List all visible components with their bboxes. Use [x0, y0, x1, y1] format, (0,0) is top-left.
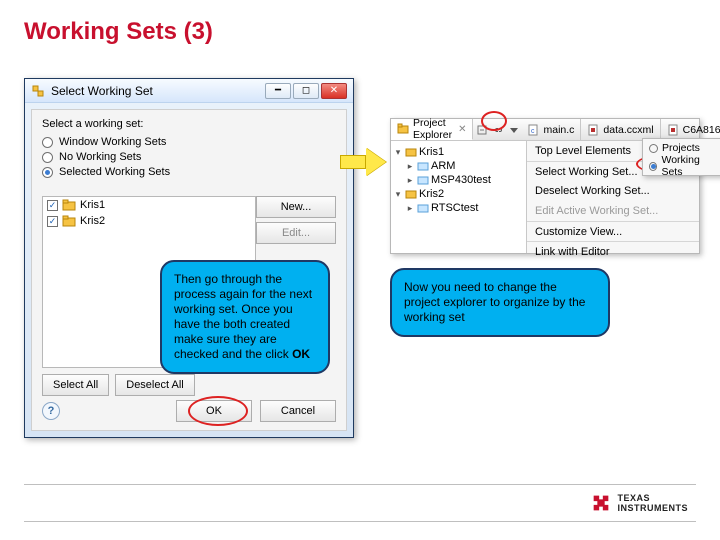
- tree-label: MSP430test: [431, 174, 491, 186]
- radio-icon: [42, 152, 53, 163]
- tree-node-kris2[interactable]: ▾ Kris2: [393, 187, 524, 201]
- callout-left: Then go through the process again for th…: [160, 260, 330, 374]
- radio-label: Window Working Sets: [59, 136, 166, 148]
- ccxml-file-icon: [667, 124, 679, 136]
- project-icon: [417, 160, 429, 172]
- expander-icon[interactable]: ▸: [405, 175, 415, 186]
- checkbox-icon[interactable]: [47, 200, 58, 211]
- project-tree[interactable]: ▾ Kris1 ▸ ARM ▸ MSP430test: [391, 141, 527, 253]
- list-item-label: Kris1: [80, 199, 105, 211]
- collapse-all-icon[interactable]: [475, 123, 489, 137]
- menu-label: Working Sets: [661, 154, 719, 178]
- tree-node-msp430test[interactable]: ▸ MSP430test: [393, 173, 524, 187]
- menu-label: Deselect Working Set...: [535, 185, 650, 197]
- workingset-icon: [62, 199, 76, 211]
- menu-label: Edit Active Working Set...: [535, 205, 658, 217]
- tree-node-kris1[interactable]: ▾ Kris1: [393, 145, 524, 159]
- select-working-set-dialog: Select Working Set ━ ◻ ✕ Select a workin…: [24, 78, 354, 438]
- submenu-working-sets[interactable]: Working Sets: [643, 157, 720, 175]
- menu-label: Projects: [662, 142, 700, 154]
- list-item[interactable]: Kris2: [43, 213, 255, 229]
- cancel-button[interactable]: Cancel: [260, 400, 336, 422]
- project-icon: [417, 202, 429, 214]
- tree-node-arm[interactable]: ▸ ARM: [393, 159, 524, 173]
- radio-window-working-sets[interactable]: Window Working Sets: [42, 136, 336, 148]
- callout-text: Now you need to change the project explo…: [404, 280, 585, 324]
- workingset-icon: [405, 188, 417, 200]
- checkbox-icon[interactable]: [47, 216, 58, 227]
- dialog-titlebar: Select Working Set ━ ◻ ✕: [25, 79, 353, 103]
- new-button[interactable]: New...: [256, 196, 336, 218]
- radio-label: No Working Sets: [59, 151, 141, 163]
- list-item[interactable]: Kris1: [43, 197, 255, 213]
- window-close-button[interactable]: ✕: [321, 83, 347, 99]
- tab-label: C6A8168.ccxml: [683, 124, 720, 136]
- radio-no-working-sets[interactable]: No Working Sets: [42, 151, 336, 163]
- radio-icon: [649, 162, 657, 171]
- link-editor-icon[interactable]: [491, 123, 505, 137]
- select-all-button[interactable]: Select All: [42, 374, 109, 396]
- svg-text:c: c: [531, 128, 535, 135]
- window-minimize-button[interactable]: ━: [265, 83, 291, 99]
- expander-icon[interactable]: ▸: [405, 161, 415, 172]
- view-menu-icon[interactable]: [507, 123, 521, 137]
- menu-customize-view[interactable]: Customize View...: [527, 221, 699, 241]
- tree-label: Kris2: [419, 188, 444, 200]
- slide-footer: TEXAS INSTRUMENTS: [24, 484, 696, 522]
- brand-line2: INSTRUMENTS: [618, 503, 689, 513]
- radio-icon: [42, 167, 53, 178]
- tree-label: Kris1: [419, 146, 444, 158]
- arrow-icon: [340, 148, 390, 176]
- slide-title: Working Sets (3): [24, 18, 213, 46]
- tab-project-explorer[interactable]: Project Explorer ✕: [391, 119, 473, 140]
- tab-label: data.ccxml: [603, 124, 653, 136]
- menu-label: Top Level Elements: [535, 145, 631, 157]
- edit-button: Edit...: [256, 222, 336, 244]
- tab-label: main.c: [543, 124, 574, 136]
- tree-label: ARM: [431, 160, 455, 172]
- expander-icon[interactable]: ▾: [393, 189, 403, 200]
- tab-main-c[interactable]: c main.c: [521, 119, 581, 140]
- c-file-icon: c: [527, 124, 539, 136]
- brand-line1: TEXAS: [618, 493, 689, 503]
- tab-label: Project Explorer: [413, 117, 452, 141]
- radio-selected-working-sets[interactable]: Selected Working Sets: [42, 166, 336, 178]
- help-icon[interactable]: ?: [42, 402, 60, 420]
- tree-node-rtsctest[interactable]: ▸ RTSCtest: [393, 201, 524, 215]
- radio-icon: [649, 144, 658, 153]
- callout-right: Now you need to change the project explo…: [390, 268, 610, 337]
- folder-tree-icon: [397, 123, 409, 135]
- ti-logo: TEXAS INSTRUMENTS: [590, 492, 689, 514]
- radio-label: Selected Working Sets: [59, 166, 170, 178]
- menu-edit-active-working-set: Edit Active Working Set...: [527, 201, 699, 221]
- menu-deselect-working-set[interactable]: Deselect Working Set...: [527, 181, 699, 201]
- ccxml-file-icon: [587, 124, 599, 136]
- menu-label: Link with Editor: [535, 246, 610, 258]
- window-icon: [31, 84, 45, 98]
- workingset-icon: [62, 215, 76, 227]
- tab-c6a8168-ccxml[interactable]: C6A8168.ccxml: [661, 119, 720, 140]
- dialog-title: Select Working Set: [51, 84, 265, 98]
- callout-bold: OK: [292, 347, 310, 361]
- list-item-label: Kris2: [80, 215, 105, 227]
- section-label: Select a working set:: [42, 118, 336, 130]
- tab-data-ccxml[interactable]: data.ccxml: [581, 119, 660, 140]
- workingset-icon: [405, 146, 417, 158]
- menu-label: Select Working Set...: [535, 166, 638, 178]
- top-level-elements-submenu: Projects Working Sets: [642, 138, 720, 176]
- ti-logo-icon: [590, 492, 612, 514]
- expander-icon[interactable]: ▸: [405, 203, 415, 214]
- project-icon: [417, 174, 429, 186]
- expander-icon[interactable]: ▾: [393, 147, 403, 158]
- tree-label: RTSCtest: [431, 202, 478, 214]
- ok-button[interactable]: OK: [176, 400, 252, 422]
- menu-link-with-editor[interactable]: Link with Editor: [527, 241, 699, 261]
- tab-close-icon[interactable]: ✕: [458, 124, 466, 135]
- radio-icon: [42, 137, 53, 148]
- window-maximize-button[interactable]: ◻: [293, 83, 319, 99]
- menu-label: Customize View...: [535, 226, 622, 238]
- deselect-all-button[interactable]: Deselect All: [115, 374, 194, 396]
